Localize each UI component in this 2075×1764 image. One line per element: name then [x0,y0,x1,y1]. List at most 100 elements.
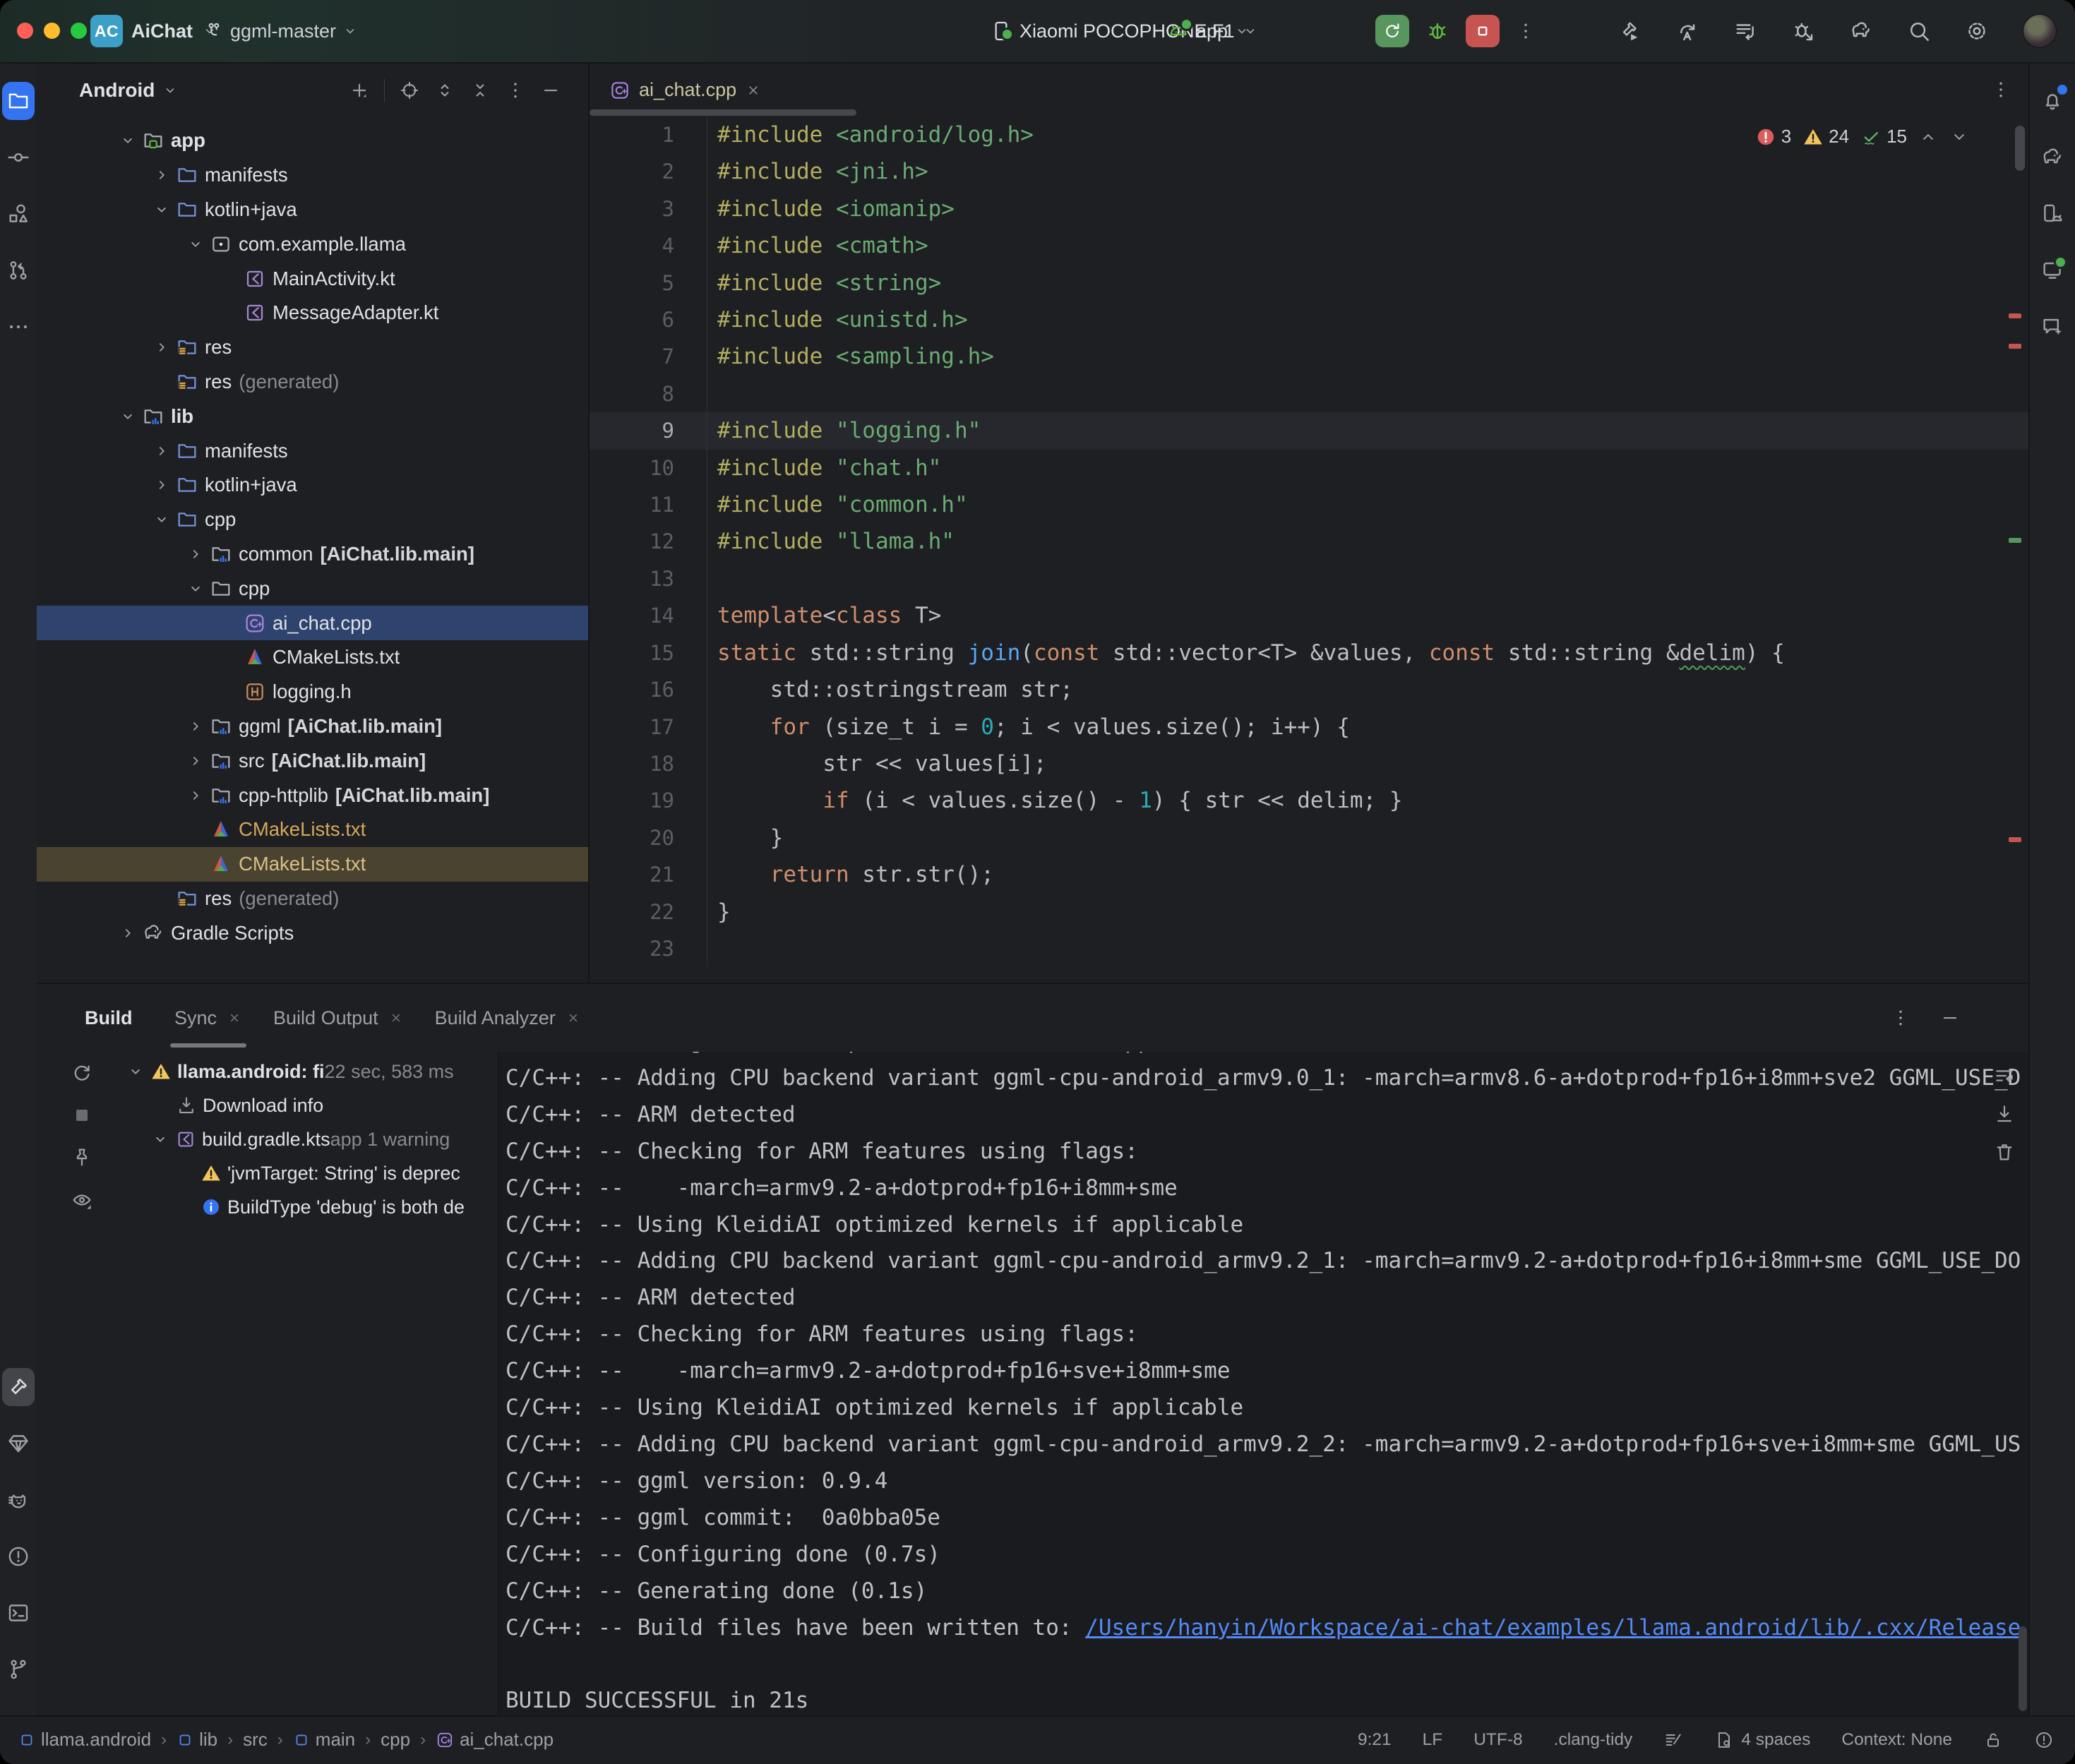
tree-item-logging-h[interactable]: logging.h [37,675,588,709]
pull-requests-tool-button[interactable] [2,251,35,289]
settings-gear-icon[interactable] [1965,19,1989,43]
tree-item-kotlin-java[interactable]: kotlin+java [37,193,588,227]
locate-file-icon[interactable] [399,80,420,101]
attach-debugger-icon[interactable] [1791,19,1815,43]
build-tree-item[interactable]: llama.android: fi22 sec, 583 ms [102,1055,533,1088]
search-icon[interactable] [1907,19,1931,43]
tab-scrollbar[interactable] [590,109,856,116]
gemini-chat-tool-button[interactable] [2036,308,2069,346]
editor-options-kebab-icon[interactable] [1990,79,2011,100]
chevron-down-icon[interactable] [116,131,140,150]
build-hammer-tool-button[interactable] [2,1368,35,1406]
tree-item-cmakelists-txt[interactable]: CMakeLists.txt [37,640,588,675]
code-line-17[interactable]: 17 for (size_t i = 0; i < values.size();… [590,709,2028,745]
tree-item-messageadapter-kt[interactable]: MessageAdapter.kt [37,296,588,330]
status-context[interactable]: Context: None [1841,1730,1952,1750]
project-widget[interactable]: AC AiChat [90,0,218,62]
error-stripe-mark[interactable] [2009,344,2021,349]
chevron-down-icon[interactable] [184,580,208,598]
build-tree-item[interactable]: 'jvmTarget: String' is deprec [102,1156,533,1190]
minimize-button[interactable] [44,23,60,39]
code-line-7[interactable]: 7#include <sampling.h> [590,338,2028,375]
code-line-19[interactable]: 19 if (i < values.size() - 1) { str << d… [590,782,2028,819]
more-icon[interactable] [1515,20,1536,42]
tree-item-cmakelists-txt[interactable]: CMakeLists.txt [37,847,588,882]
run-config-selector[interactable]: app [1166,0,1250,62]
build-tree-item[interactable]: Download info [102,1088,533,1122]
status-formatter-icon[interactable] [1663,1730,1683,1750]
close-icon[interactable] [745,82,762,99]
build-console[interactable]: C/C++: -- Using KleidiAI optimized kerne… [498,1052,2028,1718]
tree-item-cpp-httplib[interactable]: cpp-httplib[AiChat.lib.main] [37,778,588,812]
chevron-right-icon[interactable] [184,752,208,770]
soft-wrap-icon[interactable] [1993,1064,2016,1087]
inspection-widget[interactable]: 3 24 15 [1755,126,1969,148]
version-control-tool-button[interactable] [2,1650,35,1688]
collapse-all-icon[interactable] [470,80,491,101]
next-problem-icon[interactable] [1949,127,1969,147]
tree-item-gradle-scripts[interactable]: Gradle Scripts [37,916,588,950]
code-line-5[interactable]: 5#include <string> [590,265,2028,301]
build-tab-build-analyzer[interactable]: Build Analyzer [435,984,581,1052]
pin-icon[interactable] [64,1139,100,1176]
chevron-down-icon[interactable] [184,235,208,253]
gradle-sync-icon[interactable] [1849,19,1873,43]
editor-tab-ai-chat-cpp[interactable]: ai_chat.cpp [599,64,772,116]
close-icon[interactable] [566,1010,581,1026]
device-manager-tool-button[interactable] [2036,195,2069,233]
preview-eye-icon[interactable] [64,1182,100,1218]
tree-item-mainactivity-kt[interactable]: MainActivity.kt [37,261,588,296]
code-line-3[interactable]: 3#include <iomanip> [590,191,2028,227]
sync-changes-icon[interactable] [1675,19,1699,43]
vcs-branch-widget[interactable]: ggml-master [203,0,359,62]
commit-tool-button[interactable] [2,138,35,176]
add-icon[interactable] [349,80,370,101]
code-line-8[interactable]: 8 [590,376,2028,412]
build-tab-sync[interactable]: Sync [174,984,242,1052]
tree-item-res[interactable]: res [37,330,588,365]
chevron-down-icon[interactable] [150,510,174,529]
debug-icon[interactable] [1425,18,1450,44]
code-line-14[interactable]: 14template<class T> [590,597,2028,634]
tree-item-res[interactable]: res(generated) [37,882,588,916]
tree-item-kotlin-java[interactable]: kotlin+java [37,468,588,503]
breadcrumb-item-llama-android[interactable]: llama.android [18,1729,151,1751]
options-kebab-icon[interactable] [505,80,526,101]
code-line-21[interactable]: 21 return str.str(); [590,856,2028,893]
chevron-right-icon[interactable] [184,717,208,736]
tree-item-cpp[interactable]: cpp [37,571,588,606]
build-tree-item[interactable]: build.gradle.kts app 1 warning [102,1122,533,1156]
stop-square-icon[interactable] [64,1097,100,1134]
clear-all-icon[interactable] [1993,1141,2016,1163]
chevron-right-icon[interactable] [184,786,208,805]
tree-item-manifests[interactable]: manifests [37,158,588,193]
status-encoding[interactable]: UTF-8 [1473,1730,1522,1750]
terminal-tool-button[interactable] [2,1594,35,1632]
status-line-ending[interactable]: LF [1423,1730,1443,1750]
hide-panel-icon[interactable] [540,80,561,101]
code-line-2[interactable]: 2#include <jni.h> [590,153,2028,190]
code-line-20[interactable]: 20 } [590,820,2028,856]
previous-problem-icon[interactable] [1918,127,1938,147]
project-folder-tool-button[interactable] [2,82,35,120]
code-line-16[interactable]: 16 std::ostringstream str; [590,671,2028,708]
build-tab-build-output[interactable]: Build Output [273,984,404,1052]
rerun-button[interactable] [1375,15,1409,47]
sync-refresh-icon[interactable] [64,1055,100,1091]
code-line-4[interactable]: 4#include <cmath> [590,227,2028,264]
notifications-bell-tool-button[interactable] [2036,82,2069,120]
build-tree-item[interactable]: BuildType 'debug' is both de [102,1190,533,1224]
stripe-mark[interactable] [2009,538,2021,543]
code-line-10[interactable]: 10#include "chat.h" [590,450,2028,486]
tree-item-res[interactable]: res(generated) [37,365,588,400]
tree-item-ai-chat-cpp[interactable]: ai_chat.cpp [37,606,588,640]
editor-scrollbar[interactable] [2015,126,2025,171]
tree-item-lib[interactable]: lib [37,399,588,433]
code-line-23[interactable]: 23 [590,930,2028,967]
close-button[interactable] [17,23,33,39]
tree-item-ggml[interactable]: ggml[AiChat.lib.main] [37,709,588,744]
code-line-6[interactable]: 6#include <unistd.h> [590,301,2028,338]
stop-button[interactable] [1466,15,1500,47]
status-indent-setting[interactable]: 4 spaces [1714,1730,1810,1750]
console-scrollbar[interactable] [2019,1626,2027,1711]
